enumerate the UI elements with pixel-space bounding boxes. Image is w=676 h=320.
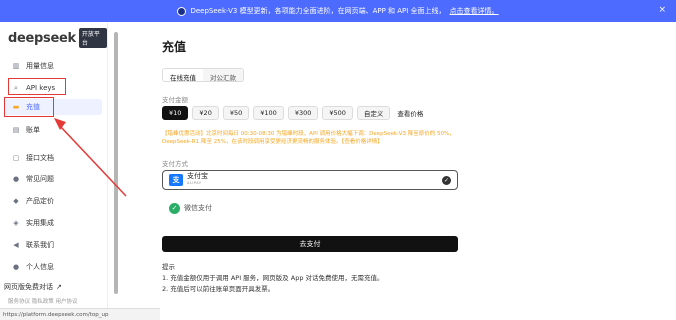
alipay-sub-label: ALIPAY bbox=[187, 181, 202, 185]
wechat-pay-icon: ✓ bbox=[169, 202, 180, 214]
payment-option-alipay[interactable]: 支 支付宝 ALIPAY ✓ bbox=[162, 170, 458, 190]
banner-details-link[interactable]: 点击查看详情。 bbox=[450, 6, 499, 16]
sidebar-item-integrations[interactable]: ◈ 实用集成 bbox=[12, 215, 100, 231]
payment-tabs: 在线充值 对公汇款 bbox=[162, 68, 244, 82]
sidebar-item-label: 账单 bbox=[26, 126, 40, 134]
off-peak-notice: 【错峰优惠活动】北京时间每日 00:30-08:30 为错峰时段，API 调用价… bbox=[162, 131, 455, 145]
pay-button[interactable]: 去支付 bbox=[162, 236, 458, 252]
tip-item: 1. 充值金额仅用于调用 API 服务，网页版及 App 对话免费使用，无需充值… bbox=[162, 274, 384, 282]
amount-option-500[interactable]: ¥500 bbox=[322, 106, 353, 120]
alipay-logo-text: 支付宝 ALIPAY bbox=[187, 173, 208, 187]
payment-method-label: 支付方式 bbox=[162, 160, 188, 168]
sidebar-item-label: 实用集成 bbox=[26, 219, 54, 227]
doc-icon: ▢ bbox=[12, 154, 20, 162]
bar-chart-icon: ▥ bbox=[12, 62, 20, 70]
sidebar-item-usage[interactable]: ▥ 用量信息 bbox=[12, 58, 100, 74]
amount-option-10[interactable]: ¥10 bbox=[162, 106, 189, 120]
tab-bank-transfer[interactable]: 对公汇款 bbox=[203, 69, 243, 81]
amount-option-50[interactable]: ¥50 bbox=[222, 106, 250, 120]
tip-item: 2. 充值后可以前往账单页面开具发票。 bbox=[162, 285, 275, 293]
tab-online-top-up[interactable]: 在线充值 bbox=[163, 69, 203, 81]
free-chat-label: 网页版免费对话 bbox=[4, 283, 53, 291]
user-icon: ● bbox=[12, 263, 20, 271]
wechat-pay-label: 微信支付 bbox=[184, 204, 212, 212]
annotation-arrow bbox=[54, 118, 127, 197]
receipt-icon: ▤ bbox=[12, 126, 20, 134]
banner-text: DeepSeek-V3 模型更新，各项能力全面进阶，在网页端、APP 和 API… bbox=[190, 7, 446, 15]
main-content: 充值 在线充值 对公汇款 支付金额 ¥10 ¥20 ¥50 ¥100 ¥300 … bbox=[148, 22, 528, 320]
tips-section: 提示 1. 充值金额仅用于调用 API 服务，网页版及 App 对话免费使用，无… bbox=[162, 262, 384, 295]
close-icon[interactable]: × bbox=[658, 5, 666, 15]
send-icon: ◀ bbox=[13, 241, 19, 249]
amount-options: ¥10 ¥20 ¥50 ¥100 ¥300 ¥500 自定义 查看价格 bbox=[162, 106, 423, 120]
amount-option-300[interactable]: ¥300 bbox=[287, 106, 319, 120]
payment-option-wechat[interactable]: ✓ 微信支付 bbox=[162, 198, 458, 218]
logo-text: deepseek bbox=[8, 30, 76, 46]
annotation-box-top-up bbox=[4, 97, 54, 117]
status-bar-url: https://platform.deepseek.com/top_up bbox=[0, 308, 160, 320]
sidebar-item-profile[interactable]: ● 个人信息 bbox=[12, 259, 100, 275]
announcement-banner: DeepSeek-V3 模型更新，各项能力全面进阶，在网页端、APP 和 API… bbox=[0, 0, 676, 22]
alipay-label: 支付宝 bbox=[187, 172, 208, 180]
sidebar-item-label: 用量信息 bbox=[26, 62, 54, 70]
deepseek-whale-icon bbox=[177, 6, 187, 16]
amount-option-custom[interactable]: 自定义 bbox=[356, 106, 391, 120]
selected-check-icon: ✓ bbox=[442, 176, 451, 185]
annotation-box-api-keys bbox=[8, 78, 66, 95]
help-icon: ● bbox=[12, 175, 20, 183]
amount-label: 支付金额 bbox=[162, 96, 188, 104]
alipay-icon: 支 bbox=[169, 174, 183, 186]
free-chat-link[interactable]: 网页版免费对话 ↗ bbox=[4, 279, 92, 295]
sidebar-item-label: 联系我们 bbox=[26, 241, 54, 249]
logo[interactable]: deepseek 开放平台 bbox=[8, 28, 107, 48]
external-link-icon: ↗ bbox=[56, 283, 62, 291]
platform-badge: 开放平台 bbox=[78, 28, 107, 48]
amount-option-100[interactable]: ¥100 bbox=[253, 106, 284, 120]
page-title: 充值 bbox=[162, 40, 187, 54]
puzzle-icon: ◈ bbox=[13, 219, 19, 227]
sidebar-item-contact[interactable]: ◀ 联系我们 bbox=[12, 237, 100, 253]
tips-title: 提示 bbox=[162, 263, 175, 271]
sidebar-item-label: 个人信息 bbox=[26, 263, 54, 271]
tag-icon: ◆ bbox=[13, 197, 19, 205]
view-pricing-link[interactable]: 查看价格 bbox=[397, 108, 423, 118]
amount-option-20[interactable]: ¥20 bbox=[192, 106, 219, 120]
footer-links[interactable]: 服务协议 隐私政策 用户协议 bbox=[8, 297, 78, 305]
